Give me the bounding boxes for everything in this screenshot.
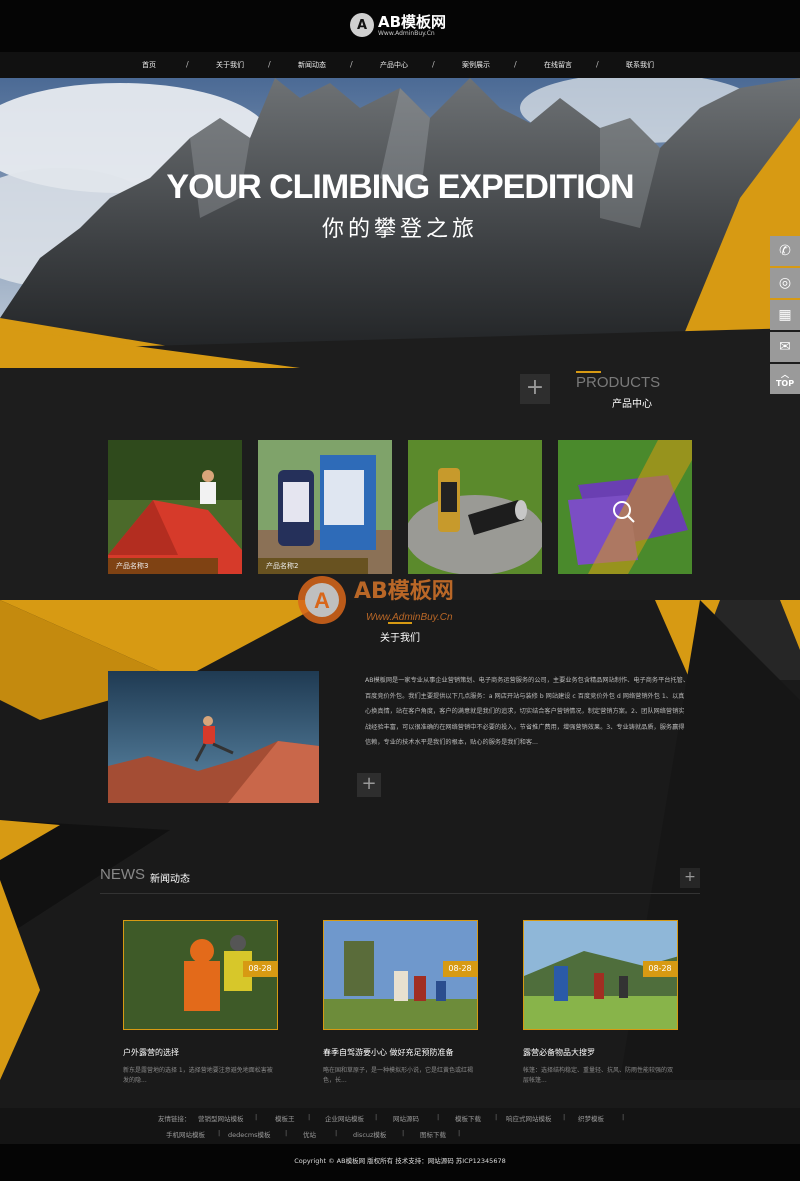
link-separator: | (218, 1129, 221, 1137)
friend-links: 友情链接： 营销型网站模板 | 模板王 | 企业网站模板 | 网站源码 | 模板… (0, 1108, 800, 1144)
news-card[interactable]: 08-28 户外露营的选择 新东是露营地的选择 1，选择营地要注意避免地面松害被… (123, 920, 278, 1086)
logo-subtitle: Www.AdminBuy.Cn (378, 29, 435, 37)
news-image: 08-28 (523, 920, 678, 1030)
news-title[interactable]: 露营必备物品大搜罗 (523, 1047, 678, 1058)
news-desc: 新东是露营地的选择 1，选择营地要注意避免地面松害被发的隐... (123, 1067, 273, 1084)
news-divider (100, 893, 700, 894)
logo-title: AB模板网 (378, 12, 447, 31)
link-separator: | (437, 1113, 440, 1121)
news-date: 08-28 (443, 961, 477, 977)
hero-banner: YOUR CLIMBING EXPEDITION 你的攀登之旅 (0, 78, 800, 368)
link-separator: | (458, 1129, 461, 1137)
product-label: 产品名称3 (108, 558, 218, 574)
news-title-en: NEWS (100, 866, 145, 883)
product-card[interactable] (558, 440, 692, 574)
news-desc: 略在国和草原子，是一种模拟形小说，它是红黄色或红褐色，长... (323, 1067, 474, 1084)
friend-link[interactable]: 网站源码 (393, 1113, 419, 1123)
link-separator: | (495, 1113, 498, 1121)
top-label: TOP (775, 379, 795, 388)
news-image: 08-28 (123, 920, 278, 1030)
news-image: 08-28 (323, 920, 478, 1030)
news-title[interactable]: 春季自驾游要小心 做好充足预防准备 (323, 1047, 478, 1058)
link-separator: | (308, 1113, 311, 1121)
about-text: AB模板网是一家专业从事企业营销策划、电子商务运营服务的公司，主要业务包含精品网… (365, 677, 690, 746)
nav-separator: / (350, 60, 353, 69)
friend-link[interactable]: 响应式网站模板 (506, 1113, 552, 1123)
link-separator: | (375, 1113, 378, 1121)
phone-icon[interactable]: ✆ (770, 236, 800, 266)
link-separator: | (255, 1113, 258, 1121)
news-title[interactable]: 户外露营的选择 (123, 1047, 278, 1058)
about-title: 关于我们 (380, 633, 420, 644)
about-image (108, 671, 319, 803)
friend-link[interactable]: 模板下载 (455, 1113, 481, 1123)
friend-link[interactable]: 手机网站模板 (166, 1129, 205, 1139)
watermark-mark: A (314, 588, 330, 613)
nav-item-home[interactable]: 首页 (119, 52, 179, 78)
about-more-button[interactable]: + (357, 773, 381, 797)
tent-image (108, 440, 242, 574)
headset-icon[interactable]: ◎ (770, 268, 800, 298)
link-separator: | (402, 1129, 405, 1137)
news-date: 08-28 (643, 961, 677, 977)
watermark-title: AB模板网 (354, 579, 454, 604)
link-separator: | (285, 1129, 288, 1137)
hero-bottom-shapes (0, 328, 800, 368)
hero-title: YOUR CLIMBING EXPEDITION (166, 168, 634, 206)
link-separator: | (563, 1113, 566, 1121)
nav-separator: / (268, 60, 271, 69)
products-more-button[interactable]: + (520, 374, 550, 404)
news-title-cn: 新闻动态 (150, 874, 190, 885)
products-accent-line (576, 371, 601, 373)
logo-mark: A (350, 13, 374, 37)
main-nav: 首页 / 关于我们 / 新闻动态 / 产品中心 / 案例展示 / 在线留言 / … (0, 52, 800, 78)
header: A AB模板网 Www.AdminBuy.Cn (0, 0, 800, 52)
nav-item-contact[interactable]: 联系我们 (610, 52, 670, 78)
friend-link[interactable]: 图标下载 (420, 1129, 446, 1139)
message-icon[interactable]: ✉ (770, 332, 800, 362)
qrcode-icon[interactable]: ▦ (770, 300, 800, 330)
friend-link[interactable]: 模板王 (275, 1113, 295, 1123)
products-title-cn: 产品中心 (612, 399, 652, 410)
logo[interactable]: A AB模板网 Www.AdminBuy.Cn (350, 13, 446, 37)
sleeping-mat-image (558, 440, 692, 574)
news-more-button[interactable]: + (680, 868, 700, 888)
news-card[interactable]: 08-28 春季自驾游要小心 做好充足预防准备 略在国和草原子，是一种模拟形小说… (323, 920, 478, 1086)
watermark-logo: A AB模板网 Www.AdminBuy.Cn (298, 576, 454, 624)
lantern-image (258, 440, 392, 574)
friend-link[interactable]: discuz模板 (353, 1129, 386, 1139)
nav-separator: / (432, 60, 435, 69)
nav-item-message[interactable]: 在线留言 (528, 52, 588, 78)
page: A AB模板网 Www.AdminBuy.Cn 首页 / 关于我们 / 新闻动态… (0, 0, 800, 1181)
product-card[interactable]: 产品名称3 (108, 440, 242, 574)
nav-separator: / (514, 60, 517, 69)
product-card[interactable] (408, 440, 542, 574)
friend-link[interactable]: 优站 (303, 1129, 316, 1139)
news-card[interactable]: 08-28 露营必备物品大搜罗 帐篷：选择结构稳定、重量轻、抗风、防雨性能较强的… (523, 920, 678, 1086)
friend-link[interactable]: 企业网站模板 (325, 1113, 364, 1123)
nav-item-products[interactable]: 产品中心 (364, 52, 424, 78)
hero-subtitle: 你的攀登之旅 (321, 217, 478, 242)
friend-link[interactable]: dedecms模板 (228, 1129, 271, 1139)
friend-link[interactable]: 营销型网站模板 (198, 1113, 244, 1123)
nav-item-news[interactable]: 新闻动态 (282, 52, 342, 78)
side-float-bar: ✆ ◎ ▦ ✉ ︿ TOP (770, 236, 800, 396)
news-desc: 帐篷：选择结构稳定、重量轻、抗风、防雨性能较强的双层帐篷... (523, 1067, 674, 1084)
news-date: 08-28 (243, 961, 277, 977)
back-to-top-button[interactable]: ︿ TOP (770, 364, 800, 394)
chevron-up-icon: ︿ (781, 370, 789, 379)
nav-separator: / (596, 60, 599, 69)
nav-separator: / (186, 60, 189, 69)
link-separator: | (335, 1129, 338, 1137)
friend-link[interactable]: 织梦模板 (578, 1113, 604, 1123)
about-accent-line (388, 622, 412, 624)
flashlight-image (408, 440, 542, 574)
copyright: Copyright © AB模板网 版权所有 技术支持：网站源码 苏ICP123… (0, 1144, 800, 1181)
friend-links-label: 友情链接： (158, 1115, 191, 1123)
products-title-en: PRODUCTS (576, 374, 661, 391)
nav-item-about[interactable]: 关于我们 (200, 52, 260, 78)
nav-item-cases[interactable]: 案例展示 (446, 52, 506, 78)
link-separator: | (622, 1113, 625, 1121)
product-card[interactable]: 产品名称2 (258, 440, 392, 574)
